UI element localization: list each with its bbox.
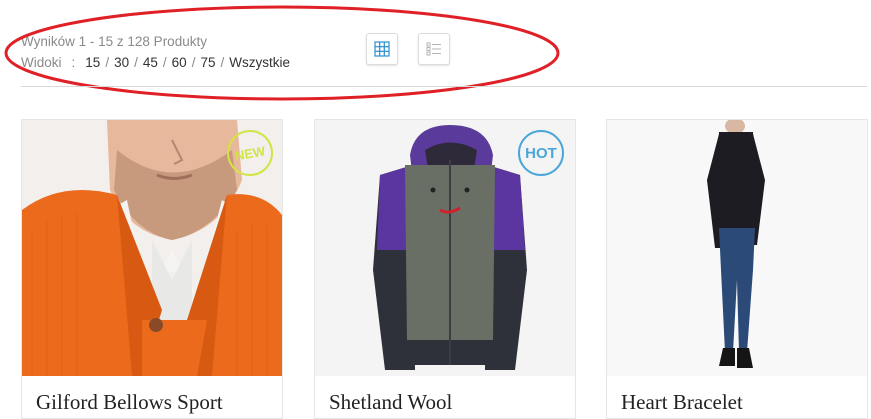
product-card[interactable]: HOT Shetland Wool: [314, 119, 576, 419]
separator: /: [220, 55, 225, 70]
product-title[interactable]: Gilford Bellows Sport: [36, 390, 223, 415]
separator: /: [191, 55, 196, 70]
per-page-15[interactable]: 15: [85, 55, 100, 70]
per-page-selector: Widoki : 15 / 30 / 45 / 60 / 75 / Wszyst…: [21, 55, 290, 70]
list-icon: [426, 42, 441, 56]
toolbar-divider: [21, 86, 867, 87]
per-page-75[interactable]: 75: [200, 55, 215, 70]
product-image[interactable]: NEW: [22, 120, 282, 376]
per-page-30[interactable]: 30: [114, 55, 129, 70]
catalog-toolbar: Wyników 1 - 15 z 128 Produkty Widoki : 1…: [0, 0, 871, 101]
views-label: Widoki: [21, 55, 62, 70]
product-image[interactable]: HOT: [315, 120, 575, 376]
per-page-60[interactable]: 60: [172, 55, 187, 70]
separator: /: [134, 55, 138, 70]
separator: /: [105, 55, 110, 70]
product-title[interactable]: Heart Bracelet: [621, 390, 743, 415]
product-image[interactable]: [607, 120, 867, 376]
per-page-all[interactable]: Wszystkie: [229, 55, 290, 70]
per-page-45[interactable]: 45: [143, 55, 158, 70]
product-title[interactable]: Shetland Wool: [329, 390, 452, 415]
product-card[interactable]: NEW Gilford Bellows Sport: [21, 119, 283, 419]
product-card[interactable]: Heart Bracelet: [606, 119, 868, 419]
views-colon: :: [71, 55, 76, 70]
results-count: Wyników 1 - 15 z 128 Produkty: [21, 34, 207, 49]
grid-icon: [374, 41, 390, 57]
hot-badge: HOT: [518, 130, 564, 176]
list-view-button[interactable]: [418, 33, 450, 65]
separator: /: [162, 55, 167, 70]
grid-view-button[interactable]: [366, 33, 398, 65]
